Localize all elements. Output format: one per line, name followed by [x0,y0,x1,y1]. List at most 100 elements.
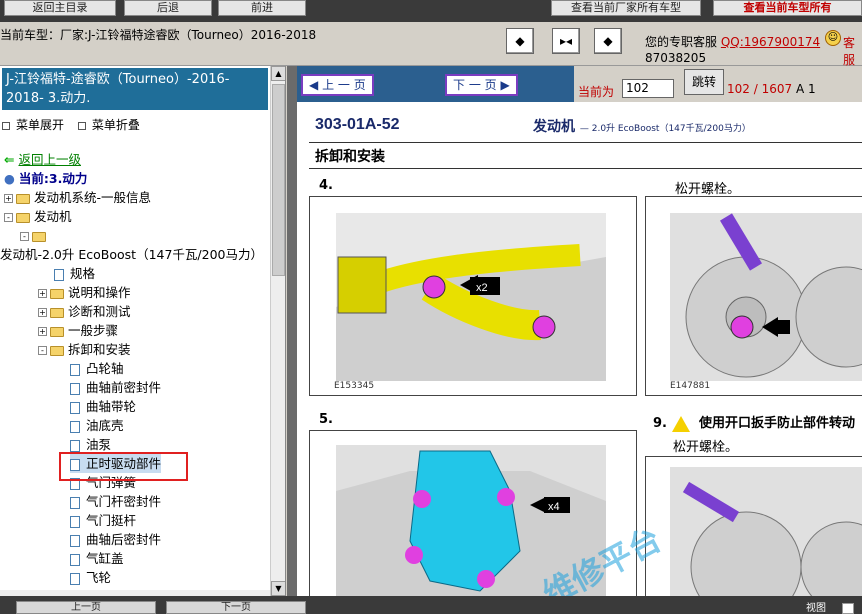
tree-item-label: 拆卸和安装 [68,342,131,357]
tree-item-label: 凸轮轴 [86,361,124,376]
tree-item[interactable]: 发动机-2.0升 EcoBoost（147千瓦/200马力） [0,245,263,264]
collapse-node-icon[interactable]: - [20,232,29,241]
tree-item[interactable]: 气门挺杆 [70,511,136,530]
tree-item-label: 气缸盖 [86,551,124,566]
doc-code: 303-01A-52 [315,116,400,133]
next-page-button[interactable]: 下 一 页 ▶ [445,74,518,96]
page-suffix: A 1 [795,82,816,96]
expand-node-icon[interactable]: + [38,289,47,298]
view-label: 视图 [806,603,826,614]
page-nav-bar: ◀ 上 一 页 下 一 页 ▶ 当前为 102 跳转 102 / 1607 A … [297,66,862,102]
tree-item[interactable]: 油底壳 [70,416,124,435]
tree-item[interactable]: + 一般步骤 [38,321,118,340]
tree-item-label: 规格 [70,266,96,281]
document-icon [70,534,80,547]
collapse-icon [77,121,86,130]
collapse-node-icon[interactable]: - [4,213,13,222]
tree-item[interactable]: 凸轮轴 [70,359,124,378]
page-count: 102 / 1607 A 1 [727,82,816,96]
fig1-code: E153345 [334,381,375,391]
tree-item[interactable]: + 诊断和测试 [38,302,131,321]
view-checkbox[interactable] [842,603,854,614]
scroll-thumb[interactable] [272,84,285,276]
qq-icon[interactable]: ☺ [825,30,841,46]
bottom-bar: 上一页 下一页 视图 [0,596,862,614]
qq-link[interactable]: QQ:1967900174 [721,35,820,49]
tree-item[interactable]: 气门杆密封件 [70,492,161,511]
scroll-up-icon[interactable]: ▲ [271,66,285,81]
service-suffix: 客服 [843,36,856,67]
tree-item[interactable]: 规格 [54,264,95,283]
service-label: 您的专职客服 [645,35,718,49]
split-view-icon[interactable]: ▸◂ [552,28,580,54]
figure-4 [645,456,862,596]
bottom-next-button[interactable]: 下一页 [166,601,306,614]
current-node: ● 当前:3.动力 [4,169,87,188]
goto-label: 当前为 [578,85,615,99]
goto-input[interactable]: 102 [622,79,674,98]
bottom-prev-button[interactable]: 上一页 [16,601,156,614]
current-label: 当前:3.动力 [18,171,88,186]
tree-item[interactable]: + 说明和操作 [38,283,131,302]
tree-item[interactable]: - 发动机 [4,207,72,226]
view-current-model-button[interactable]: 查看当前车型所有 [713,0,862,16]
back-arrow-icon: ⇐ [4,152,15,167]
tree-item[interactable]: 曲轴前密封件 [70,378,161,397]
step-9-row: 9. 使用开口扳手防止部件转动 [653,412,855,432]
last-page-icon[interactable]: ◆ [594,28,622,54]
tree-item[interactable]: 气缸盖 [70,549,124,568]
tree-item[interactable]: - 拆卸和安装 [38,340,131,359]
tree-item[interactable]: 曲轴带轮 [70,397,136,416]
folder-icon [50,345,64,356]
view-all-models-button[interactable]: 查看当前厂家所有车型 [551,0,701,16]
goto-area: 当前为 102 跳转 102 / 1607 A 1 [574,66,862,102]
folder-icon [32,231,46,242]
menu-controls: 菜单展开 菜单折叠 [2,116,150,133]
doc-title: 发动机 — 2.0升 EcoBoost（147千瓦/200马力） [533,119,751,135]
document-icon [54,268,64,281]
tree-item[interactable]: 飞轮 [70,568,111,587]
doc-rule [309,142,862,143]
tree-item-label: 曲轴前密封件 [86,380,162,395]
collapse-all-button[interactable]: 菜单折叠 [77,118,140,132]
panel-separator[interactable] [287,66,297,596]
expand-node-icon[interactable]: + [38,308,47,317]
tree-item[interactable]: 曲轴后密封件 [70,530,161,549]
prev-page-button[interactable]: ◀ 上 一 页 [301,74,374,96]
tree-item-label: 气门杆密封件 [86,494,162,509]
tree-item[interactable]: + 发动机系统-一般信息 [4,188,151,207]
document-area: 303-01A-52 发动机 — 2.0升 EcoBoost（147千瓦/200… [297,102,862,596]
left-panel-title: J-江铃福特-途睿欧（Tourneo）-2016-2018- 3.动力. [2,68,268,110]
home-button[interactable]: 返回主目录 [4,0,116,16]
document-icon [70,515,80,528]
folder-icon [50,288,64,299]
back-link-row[interactable]: ⇐ 返回上一级 [4,150,81,169]
expand-all-button[interactable]: 菜单展开 [2,118,64,132]
back-button[interactable]: 后退 [124,0,212,16]
prev-page-label: 上 一 页 [322,78,366,92]
step-4: 4. [319,178,333,193]
header-bar: 当前车型：厂家:J-江铃福特途睿欧（Tourneo）2016-2018 ◆ ▸◂… [0,22,862,67]
callout-x4: x4 [548,501,560,513]
tree-item-label: 油泵 [86,437,112,452]
goto-button[interactable]: 跳转 [684,69,724,95]
forward-button[interactable]: 前进 [218,0,306,16]
tree-item[interactable]: - [20,226,50,245]
highlight-box [59,452,188,481]
note-loosen: 松开螺栓。 [675,182,741,197]
next-page-label: 下 一 页 [453,78,497,92]
engine-illustration-2 [670,213,862,381]
expand-node-icon[interactable]: + [4,194,13,203]
fig2-code: E147881 [670,381,711,391]
scroll-down-icon[interactable]: ▼ [271,581,285,596]
document-icon [70,420,80,433]
first-page-icon[interactable]: ◆ [506,28,534,54]
expand-node-icon[interactable]: + [38,327,47,336]
tree-item-label: 一般步骤 [68,323,119,338]
tree-item-label: 气门挺杆 [86,513,137,528]
document-icon [70,496,80,509]
back-link[interactable]: 返回上一级 [18,152,81,167]
collapse-node-icon[interactable]: - [38,346,47,355]
vertical-scrollbar[interactable]: ▲ ▼ [270,66,285,596]
current-model-label: 当前车型：厂家:J-江铃福特途睿欧（Tourneo）2016-2018 [0,28,317,42]
